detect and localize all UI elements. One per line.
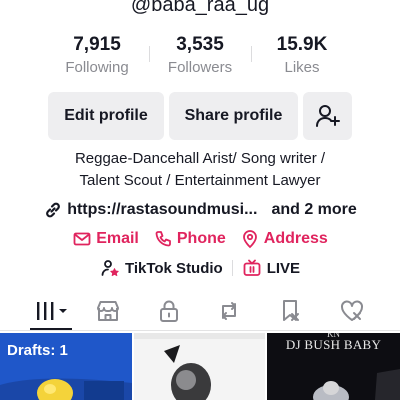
live-button[interactable]: LIVE	[242, 258, 300, 278]
grid-icon	[37, 302, 67, 320]
following-label: Following	[65, 59, 129, 76]
video-overlay-text: DJ BUSH BABY	[285, 337, 382, 352]
add-user-icon	[315, 105, 340, 127]
bookmark-icon	[283, 300, 299, 321]
tabs-divider	[0, 330, 400, 331]
chevron-down-icon	[59, 309, 67, 313]
location-pin-icon	[242, 230, 257, 249]
more-links-button[interactable]: and 2 more	[271, 201, 356, 219]
contact-row: Email Phone Address	[0, 227, 400, 251]
edit-profile-button[interactable]: Edit profile	[48, 92, 164, 140]
tab-private[interactable]	[154, 298, 184, 324]
live-tv-icon	[243, 259, 261, 276]
repost-icon	[222, 302, 236, 320]
address-button[interactable]: Address	[240, 229, 328, 249]
tiktok-studio-button[interactable]: TikTok Studio	[100, 258, 223, 278]
stat-followers[interactable]: 3,535 Followers	[145, 34, 255, 78]
add-friend-button[interactable]	[303, 92, 352, 140]
phone-button[interactable]: Phone	[153, 229, 226, 249]
lock-icon	[160, 300, 178, 322]
tab-videos[interactable]	[34, 298, 72, 324]
bio-link[interactable]: https://rastasoundmusi...	[67, 201, 257, 219]
video-grid: Drafts: 1 KN DJ BUSH BABY	[0, 333, 400, 400]
email-icon	[73, 232, 91, 246]
video-tile[interactable]	[134, 333, 265, 400]
video-thumbnail	[134, 333, 265, 400]
profile-tabs	[0, 292, 400, 331]
link-icon	[46, 202, 61, 218]
tab-favorites[interactable]	[276, 298, 306, 324]
email-label: Email	[96, 230, 139, 247]
profile-username: @baba_raa_ug	[130, 0, 270, 16]
heart-icon	[341, 300, 363, 321]
followers-label: Followers	[167, 59, 233, 76]
bio-link-row: https://rastasoundmusi... and 2 more	[0, 198, 400, 222]
profile-bio: Reggae-Dancehall Arist/ Song writer / Ta…	[0, 148, 400, 192]
stats-divider	[251, 46, 252, 62]
phone-label: Phone	[176, 230, 226, 247]
tab-reposts[interactable]	[214, 298, 244, 324]
bio-line: Talent Scout / Entertainment Lawyer	[79, 172, 321, 189]
tools-divider	[231, 260, 233, 276]
likes-label: Likes	[284, 59, 320, 76]
followers-count: 3,535	[176, 34, 224, 55]
video-tile[interactable]: KN DJ BUSH BABY	[267, 333, 400, 400]
phone-icon	[155, 231, 171, 247]
stats-row: 7,915 Following 3,535 Followers 15.9K Li…	[0, 34, 400, 82]
following-count: 7,915	[73, 34, 121, 55]
tab-liked[interactable]	[337, 298, 367, 324]
stat-likes[interactable]: 15.9K Likes	[247, 34, 357, 78]
share-profile-button[interactable]: Share profile	[169, 92, 298, 140]
email-button[interactable]: Email	[72, 229, 139, 249]
live-label: LIVE	[266, 259, 301, 277]
tab-shop[interactable]	[93, 298, 123, 324]
tools-row: TikTok Studio LIVE	[0, 256, 400, 280]
stat-following[interactable]: 7,915 Following	[42, 34, 152, 78]
bio-line: Reggae-Dancehall Arist/ Song writer /	[74, 150, 326, 167]
address-label: Address	[263, 230, 328, 247]
drafts-label: Drafts: 1	[7, 342, 68, 359]
studio-icon	[101, 260, 119, 277]
shop-icon	[97, 301, 119, 321]
drafts-tile[interactable]: Drafts: 1	[0, 333, 132, 400]
stats-divider	[149, 46, 150, 62]
likes-count: 15.9K	[276, 34, 328, 55]
tiktok-studio-label: TikTok Studio	[124, 259, 223, 277]
